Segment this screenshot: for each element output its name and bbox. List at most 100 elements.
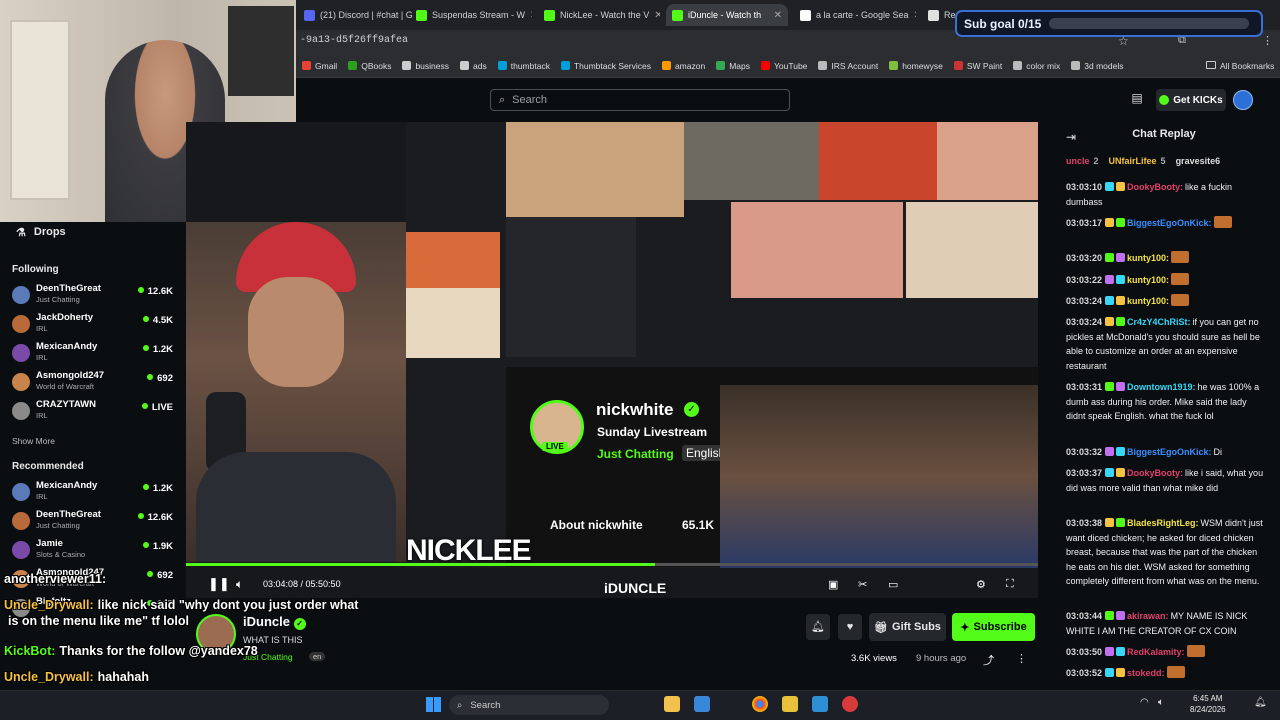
sidebar-channel-item[interactable]: Asmongold247 World of Warcraft 692 bbox=[12, 370, 173, 398]
browser-tab[interactable]: a la carte - Google Sea ✕ bbox=[794, 4, 916, 26]
chat-username[interactable]: BladesRightLeg: bbox=[1127, 518, 1199, 528]
bookmark-item[interactable]: color mix bbox=[1013, 61, 1060, 71]
bookmark-icon bbox=[889, 61, 899, 70]
get-kicks-button[interactable]: Get KICKs bbox=[1156, 89, 1226, 111]
chat-timestamp: 03:03:31 bbox=[1066, 382, 1103, 392]
chat-username[interactable]: stokedd: bbox=[1127, 668, 1165, 678]
notification-bell-button[interactable]: 🔔︎ bbox=[806, 614, 830, 640]
app-icon[interactable] bbox=[782, 696, 798, 712]
sidebar-channel-item[interactable]: CRAZYTAWN IRL LIVE bbox=[12, 399, 173, 427]
chat-username[interactable]: DookyBooty: bbox=[1127, 182, 1183, 192]
channel-name[interactable]: iDuncle ✓ bbox=[243, 614, 306, 630]
bookmark-item[interactable]: SW Paint bbox=[953, 61, 1002, 71]
share-icon[interactable]: ⤴ bbox=[983, 652, 994, 668]
gifter-entry[interactable]: uncle 2 bbox=[1066, 156, 1099, 166]
layout-toggle-icon[interactable]: ▤ bbox=[1128, 91, 1146, 109]
bookmark-item[interactable]: YouTube bbox=[761, 61, 807, 71]
chat-username[interactable]: kunty100: bbox=[1127, 296, 1169, 306]
channel-name-text: iDuncle bbox=[243, 614, 290, 629]
close-icon[interactable]: ✕ bbox=[654, 10, 660, 21]
bookmark-item[interactable]: thumbtack bbox=[497, 61, 550, 71]
close-icon[interactable]: ✕ bbox=[914, 10, 916, 21]
all-bookmarks[interactable]: All Bookmarks bbox=[1206, 61, 1274, 71]
chat-message: 03:03:20 kunty100: bbox=[1066, 251, 1268, 266]
wifi-icon[interactable]: ◠ bbox=[1140, 697, 1149, 708]
url-text[interactable]: -9a13-d5f26ff9afea bbox=[300, 35, 408, 46]
bookmark-icon bbox=[560, 61, 570, 70]
browser-tab[interactable]: Suspendas Stream - W ✕ bbox=[410, 4, 532, 26]
chat-username[interactable]: Downtown1919: bbox=[1127, 382, 1196, 392]
inner-tile bbox=[906, 202, 1038, 298]
notification-icon[interactable]: 🔔︎ bbox=[1254, 697, 1267, 708]
bookmark-item[interactable]: business bbox=[402, 61, 449, 71]
show-more-link[interactable]: Show More bbox=[12, 436, 55, 446]
drops-link[interactable]: ⚗ Drops bbox=[16, 226, 66, 239]
theater-icon[interactable]: ▭ bbox=[888, 578, 898, 591]
windows-start-icon[interactable] bbox=[426, 697, 441, 712]
chat-username[interactable]: BiggestEgoOnKick: bbox=[1127, 447, 1212, 457]
chat-username[interactable]: BiggestEgoOnKick: bbox=[1127, 218, 1212, 228]
bookmark-label: QBooks bbox=[361, 60, 392, 71]
bookmark-item[interactable]: Gmail bbox=[302, 61, 337, 71]
search-input[interactable]: ⌕ Search bbox=[490, 89, 790, 111]
browser-tab[interactable]: NickLee - Watch the V ✕ bbox=[538, 4, 660, 26]
bookmark-item[interactable]: 3d models bbox=[1071, 61, 1124, 71]
bookmark-item[interactable]: Thumbtack Services bbox=[560, 61, 651, 71]
chat-title: Chat Replay bbox=[1132, 128, 1196, 140]
chat-username[interactable]: Cr4zY4ChRiSt: bbox=[1127, 317, 1191, 327]
gifter-entry[interactable]: gravesite6 bbox=[1176, 156, 1221, 166]
bookmark-icon bbox=[1013, 61, 1023, 70]
app-icon[interactable] bbox=[812, 696, 828, 712]
chat-username[interactable]: DookyBooty: bbox=[1127, 468, 1183, 478]
app-icon[interactable] bbox=[842, 696, 858, 712]
browser-tab[interactable]: iDuncle - Watch th ✕ bbox=[666, 4, 788, 26]
more-options-icon[interactable]: ⋮ bbox=[1016, 652, 1027, 665]
video-progress-bar[interactable] bbox=[186, 563, 1038, 566]
chat-username[interactable]: kunty100: bbox=[1127, 253, 1169, 263]
sidebar-channel-item[interactable]: MexicanAndy IRL 1.2K bbox=[12, 480, 173, 508]
subscribe-button[interactable]: ✦ Subscribe bbox=[952, 613, 1035, 641]
bookmark-item[interactable]: ads bbox=[460, 61, 487, 71]
pause-icon[interactable]: ❚❚ bbox=[208, 576, 230, 592]
fullscreen-icon[interactable]: ⛶ bbox=[1006, 578, 1014, 591]
chrome-icon[interactable] bbox=[752, 696, 768, 712]
gifter-entry[interactable]: UNfairLifee 5 bbox=[1109, 156, 1166, 166]
overlay-chat-user: Uncle_Drywall: bbox=[4, 670, 94, 684]
bookmark-item[interactable]: Maps bbox=[716, 61, 750, 71]
inner-channel-name: nickwhite bbox=[596, 400, 674, 419]
chat-username[interactable]: akirawan: bbox=[1127, 611, 1169, 621]
sidebar-channel-item[interactable]: DeenTheGreat Just Chatting 12.6K bbox=[12, 283, 173, 311]
chat-username[interactable]: kunty100: bbox=[1127, 275, 1169, 285]
bookmark-item[interactable]: homewyse bbox=[889, 61, 943, 71]
menu-dots-icon[interactable]: ⋮ bbox=[1262, 34, 1273, 47]
sidebar-channel-item[interactable]: MexicanAndy IRL 1.2K bbox=[12, 341, 173, 369]
badge-icon bbox=[1116, 296, 1126, 305]
gift-subs-button[interactable]: 🎁︎ Gift Subs bbox=[869, 613, 946, 641]
browser-tab[interactable]: (21) Discord | #chat | G✕ bbox=[298, 4, 420, 26]
sidebar-channel-item[interactable]: Jamie Slots & Casino 1.9K bbox=[12, 538, 173, 566]
user-avatar[interactable] bbox=[1233, 90, 1253, 110]
close-icon[interactable]: ✕ bbox=[774, 10, 782, 21]
sidebar-channel-item[interactable]: JackDoherty IRL 4.5K bbox=[12, 312, 173, 340]
close-icon[interactable]: ✕ bbox=[530, 10, 532, 21]
channel-avatar bbox=[12, 344, 30, 362]
recommended-heading: Recommended bbox=[12, 461, 84, 472]
volume-tray-icon[interactable]: 🔈︎ bbox=[1158, 697, 1164, 708]
bookmark-item[interactable]: amazon bbox=[661, 61, 705, 71]
sidebar-channel-item[interactable]: DeenTheGreat Just Chatting 12.6K bbox=[12, 509, 173, 537]
taskbar-search[interactable]: ⌕ Search bbox=[449, 695, 609, 715]
chat-username[interactable]: RedKalamity: bbox=[1127, 647, 1185, 657]
calculator-icon[interactable] bbox=[694, 696, 710, 712]
clip-icon[interactable]: ✂ bbox=[858, 578, 867, 591]
follow-heart-button[interactable]: ♥ bbox=[838, 614, 862, 640]
file-explorer-icon[interactable] bbox=[664, 696, 680, 712]
pip-icon[interactable]: ▣ bbox=[828, 578, 838, 591]
chat-message: 03:03:38 BladesRightLeg: WSM didn't just w… bbox=[1066, 516, 1268, 589]
settings-icon[interactable]: ⚙ bbox=[976, 578, 986, 591]
volume-icon[interactable]: 🔈︎ bbox=[236, 577, 243, 592]
overlay-chat-line: KickBot: Thanks for the follow @yandex78 bbox=[4, 644, 258, 658]
bookmark-item[interactable]: QBooks bbox=[348, 61, 391, 71]
bookmark-icon bbox=[953, 61, 963, 70]
inner-live-badge: LIVE bbox=[542, 442, 568, 451]
bookmark-item[interactable]: IRS Account bbox=[818, 61, 878, 71]
